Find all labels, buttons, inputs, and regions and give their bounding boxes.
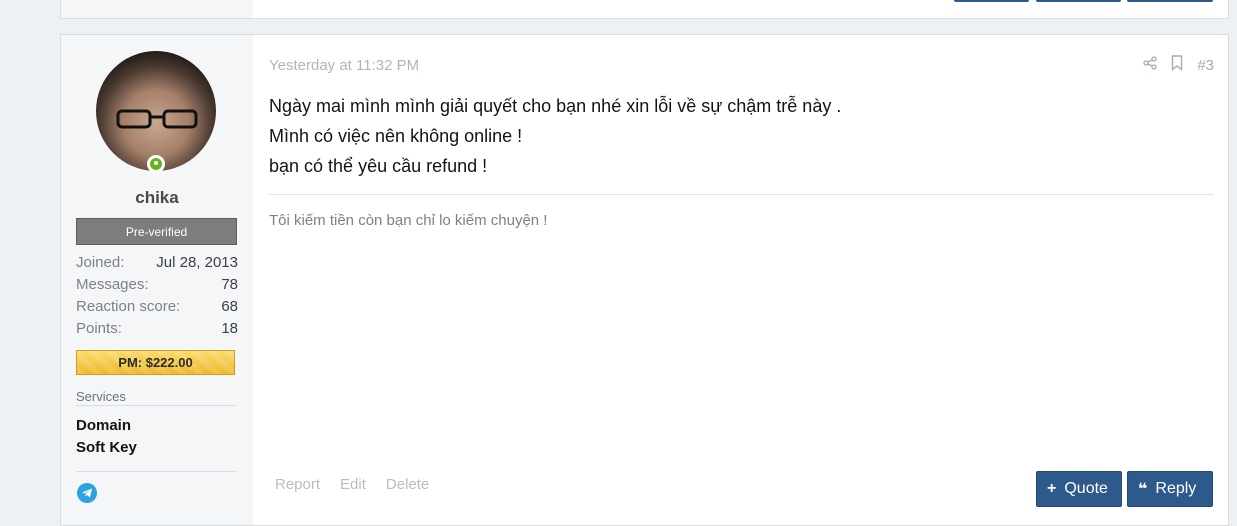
divider [76, 471, 237, 472]
stat-label: Reaction score: [76, 298, 181, 315]
stat-points: Points: 18 [76, 318, 238, 340]
user-sidebar: chika Pre-verified Joined: Jul 28, 2013 … [61, 35, 253, 525]
bookmark-icon[interactable] [1171, 55, 1183, 76]
share-icon[interactable] [1143, 56, 1157, 75]
user-stats: Joined: Jul 28, 2013 Messages: 78 Reacti… [76, 252, 238, 340]
stat-value[interactable]: 18 [221, 318, 238, 340]
user-signature: Tôi kiếm tiền còn bạn chỉ lo kiếm chuyện… [269, 212, 548, 229]
stat-label: Joined: [76, 254, 125, 271]
post-actions: #3 [1143, 55, 1214, 76]
plus-icon: + [1047, 480, 1057, 497]
message-line: bạn có thể yêu cầu refund ! [269, 156, 488, 176]
stat-messages: Messages: 78 [76, 274, 238, 296]
message-body: Ngày mai mình mình giải quyết cho bạn nh… [269, 91, 841, 181]
post-timestamp[interactable]: Yesterday at 11:32 PM [269, 57, 419, 74]
quote-marks-icon: ❝ [1138, 481, 1148, 498]
message-line: Mình có việc nên không online ! [269, 126, 523, 146]
service-item: Soft Key [76, 439, 137, 456]
previous-post-button[interactable] [954, 0, 1029, 2]
previous-post-sidebar [61, 0, 253, 18]
previous-post-bottom [60, 0, 1229, 19]
stat-value: 68 [221, 298, 238, 315]
online-status-icon [147, 155, 165, 173]
post-message: chika Pre-verified Joined: Jul 28, 2013 … [60, 34, 1229, 526]
stat-label: Messages: [76, 276, 149, 293]
previous-post-button[interactable] [1127, 0, 1213, 2]
quote-label: Quote [1064, 480, 1108, 497]
reply-button[interactable]: ❝ Reply [1127, 471, 1213, 507]
service-item: Domain [76, 417, 132, 434]
post-content: Yesterday at 11:32 PM #3 Ngày mai mình m… [269, 35, 1214, 525]
reply-label: Reply [1155, 480, 1197, 497]
pm-balance-badge: PM: $222.00 [76, 350, 235, 375]
quote-button[interactable]: + Quote [1036, 471, 1122, 507]
stat-value: Jul 28, 2013 [156, 254, 238, 271]
telegram-icon[interactable] [77, 483, 97, 503]
user-title-badge: Pre-verified [76, 218, 237, 245]
services-list: Domain Soft Key [76, 415, 137, 459]
previous-post-button[interactable] [1036, 0, 1121, 2]
stat-value[interactable]: 78 [221, 274, 238, 296]
stat-reaction-score: Reaction score: 68 [76, 296, 238, 318]
stat-label: Points: [76, 320, 122, 337]
signature-divider [269, 194, 1214, 195]
message-line: Ngày mai mình mình giải quyết cho bạn nh… [269, 96, 842, 116]
delete-link[interactable]: Delete [386, 476, 429, 493]
edit-link[interactable]: Edit [340, 476, 366, 493]
avatar-image-detail [116, 109, 198, 129]
report-link[interactable]: Report [275, 476, 320, 493]
avatar[interactable] [96, 51, 216, 171]
avatar-container[interactable] [96, 51, 216, 173]
services-title: Services [76, 389, 237, 406]
stat-joined: Joined: Jul 28, 2013 [76, 252, 238, 274]
post-number-link[interactable]: #3 [1197, 57, 1214, 74]
post-footer-links: Report Edit Delete [275, 476, 429, 493]
username[interactable]: chika [61, 188, 253, 208]
